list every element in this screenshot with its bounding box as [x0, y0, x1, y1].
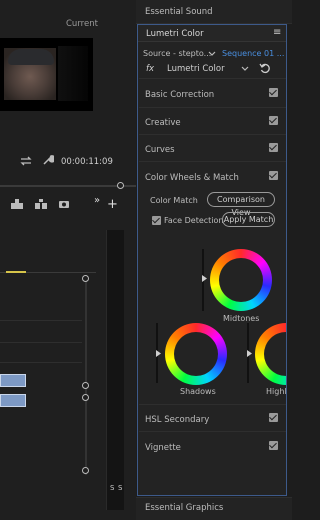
video-preview	[0, 38, 93, 111]
preview-cap	[8, 49, 54, 65]
zoom-handle[interactable]	[117, 182, 124, 189]
color-wheels-checkbox[interactable]	[269, 171, 278, 180]
current-label: Current	[66, 19, 98, 29]
lumetri-title[interactable]: Lumetri Color	[146, 29, 204, 39]
more-icon[interactable]: »	[94, 195, 100, 206]
curves-checkbox[interactable]	[269, 143, 278, 152]
shadows-label: Shadows	[180, 387, 216, 396]
camera-icon[interactable]	[58, 199, 70, 209]
lumetri-header: Lumetri Color ≡	[138, 25, 286, 42]
program-monitor-panel: Current 00:00:11:09 » + S S	[0, 0, 136, 520]
essential-graphics-title[interactable]: Essential Graphics	[145, 503, 223, 513]
midtones-label: Midtones	[223, 314, 260, 323]
chevron-down-icon[interactable]	[208, 51, 216, 57]
add-button-icon[interactable]: +	[107, 197, 118, 212]
track-handle-mid[interactable]	[82, 382, 89, 389]
section-creative[interactable]: Creative	[145, 118, 181, 128]
chevron-down-icon[interactable]	[241, 66, 249, 72]
shadows-slider-handle[interactable]	[156, 350, 161, 357]
track-handle-bottom[interactable]	[82, 467, 89, 474]
hsl-secondary-checkbox[interactable]	[269, 413, 278, 422]
swap-icon[interactable]	[20, 155, 32, 167]
reset-icon[interactable]	[259, 62, 271, 74]
midtones-slider-handle[interactable]	[202, 275, 207, 282]
source-clip-label[interactable]: Source - stepto...	[143, 49, 211, 58]
lumetri-color-panel: Lumetri Color ≡ Source - stepto... Seque…	[137, 24, 287, 496]
effect-select[interactable]: Lumetri Color	[167, 64, 225, 74]
timecode-display[interactable]: 00:00:11:09	[61, 157, 113, 167]
solo-label[interactable]: S	[110, 484, 114, 492]
wrench-icon[interactable]	[42, 154, 54, 166]
track-handle-top[interactable]	[82, 275, 89, 282]
essential-graphics-panel[interactable]: Essential Graphics	[136, 497, 292, 520]
highlights-color-wheel[interactable]	[255, 323, 286, 385]
section-color-wheels[interactable]: Color Wheels & Match	[145, 173, 239, 183]
essential-sound-title[interactable]: Essential Sound	[145, 7, 213, 17]
section-vignette[interactable]: Vignette	[145, 443, 181, 453]
panel-menu-icon[interactable]: ≡	[273, 27, 281, 38]
track-handle-mid[interactable]	[82, 394, 89, 401]
audio-meter	[106, 230, 124, 510]
shadows-color-wheel[interactable]	[165, 323, 227, 385]
comparison-view-button[interactable]: Comparison View	[207, 192, 275, 217]
highlights-slider-handle[interactable]	[247, 350, 252, 357]
creative-checkbox[interactable]	[269, 116, 278, 125]
sequence-label[interactable]: Sequence 01 ...	[222, 49, 284, 58]
timeline-clip[interactable]	[0, 394, 26, 407]
timeline-ruler[interactable]	[0, 263, 96, 273]
fx-icon: fx	[146, 64, 155, 74]
lift-icon[interactable]	[10, 198, 24, 210]
apply-match-button[interactable]: Apply Match	[222, 212, 275, 227]
section-basic-correction[interactable]: Basic Correction	[145, 90, 214, 100]
color-match-label: Color Match	[150, 196, 198, 205]
highlights-label: Highli	[266, 387, 286, 396]
basic-correction-checkbox[interactable]	[269, 88, 278, 97]
solo-label[interactable]: S	[118, 484, 122, 492]
timeline-clip[interactable]	[0, 374, 26, 387]
section-hsl-secondary[interactable]: HSL Secondary	[145, 415, 209, 425]
section-curves[interactable]: Curves	[145, 145, 175, 155]
vignette-checkbox[interactable]	[269, 441, 278, 450]
essential-sound-panel[interactable]: Essential Sound	[136, 0, 292, 24]
track-divider	[85, 275, 87, 475]
face-detection-label[interactable]: Face Detection	[164, 216, 224, 225]
face-detection-checkbox[interactable]	[152, 216, 161, 225]
midtones-color-wheel[interactable]	[210, 249, 272, 311]
extract-icon[interactable]	[34, 198, 48, 210]
playhead-bar[interactable]	[0, 185, 136, 187]
